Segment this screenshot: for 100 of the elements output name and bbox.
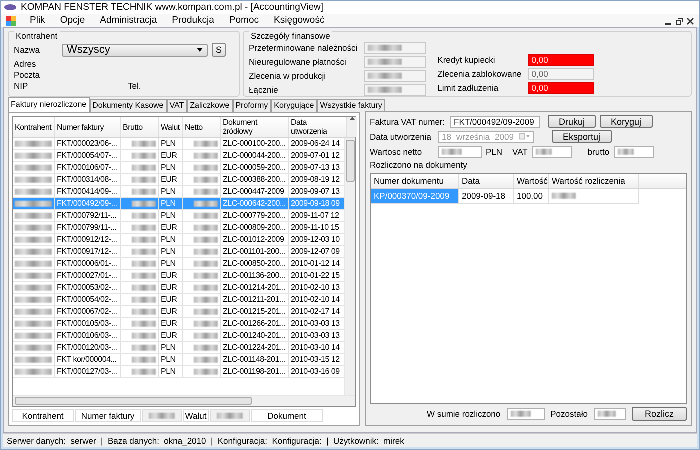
- horizontal-scrollbar[interactable]: [13, 395, 355, 406]
- column-header[interactable]: Numer dokumentu: [371, 174, 459, 188]
- blurred-value: [194, 272, 218, 278]
- tab[interactable]: VAT: [166, 99, 188, 112]
- export-button[interactable]: Eksportuj: [552, 130, 612, 143]
- table-row[interactable]: FKT/000105/03-... EUR ZLC-001266-201... 2010-03-03 13: [13, 318, 344, 330]
- blurred-value: [194, 164, 218, 170]
- invoice-number-field[interactable]: FKT/000492/09-2009: [450, 116, 540, 128]
- filter-field[interactable]: [142, 409, 182, 422]
- scroll-up-icon[interactable]: [350, 117, 354, 120]
- blurred-value: [194, 260, 218, 266]
- column-header[interactable]: Walut: [159, 117, 183, 137]
- table-row[interactable]: FKT/000006/01-... PLN ZLC-000850-200... 2010-01-12 14: [13, 258, 344, 270]
- filter-field[interactable]: [210, 409, 250, 422]
- table-cell: PLN: [159, 342, 183, 353]
- blurred-value: [194, 176, 218, 182]
- table-cell: PLN: [159, 366, 183, 377]
- table-row[interactable]: FKT/000027/01-... EUR ZLC-001136-200... 2010-01-22 15: [13, 270, 344, 282]
- field-label: Tel.: [128, 80, 142, 90]
- blurred-value: [15, 308, 52, 314]
- vertical-scrollbar[interactable]: [344, 138, 355, 395]
- table-row[interactable]: FKT/000053/02-... EUR ZLC-001214-201... 2010-02-10 13: [13, 282, 344, 294]
- blurred-value: [15, 284, 52, 290]
- table-cell: ZLC-001215-201...: [221, 306, 289, 317]
- filter-field[interactable]: Dokument: [251, 409, 323, 422]
- blurred-value: [15, 140, 52, 146]
- table-row[interactable]: FKT/000067/02-... EUR ZLC-001215-201... 2010-02-17 14: [13, 306, 344, 318]
- table-cell: FKT/000492/09-...: [55, 198, 121, 209]
- blurred-value: [132, 188, 156, 194]
- blurred-value: [368, 59, 402, 65]
- blurred-value: [15, 356, 52, 362]
- group-title: Szczegóły finansowe: [249, 31, 332, 41]
- menu-item[interactable]: Produkcja: [171, 15, 216, 26]
- tab[interactable]: Korygujące: [271, 99, 318, 112]
- tab[interactable]: Zaliczkowe: [187, 99, 233, 112]
- menu-item[interactable]: Plik: [29, 15, 46, 26]
- table-row[interactable]: FKT/000106/07-... PLN ZLC-000059-200... 2009-07-13 13: [13, 162, 344, 174]
- menu-item[interactable]: Księgowość: [273, 15, 326, 26]
- search-button[interactable]: S: [212, 43, 226, 57]
- tab[interactable]: Wszystkie faktury: [317, 99, 386, 112]
- blurred-value: [194, 152, 218, 158]
- blurred-value: [15, 212, 52, 218]
- field-label: Adres: [14, 58, 36, 68]
- column-header[interactable]: Dokument źródłowy: [221, 117, 289, 137]
- blurred-value: [194, 320, 218, 326]
- table-cell: EUR: [159, 294, 183, 305]
- column-header[interactable]: Brutto: [121, 117, 159, 137]
- filter-field[interactable]: Kontrahent: [12, 409, 74, 422]
- table-cell: FKT/000917/12-...: [55, 246, 121, 257]
- blurred-value: [15, 332, 52, 338]
- window-title: KOMPAN FENSTER TECHNIK www.kompan.com.pl - [AccountingView]: [21, 2, 324, 13]
- column-header[interactable]: Wartość: [514, 174, 549, 188]
- blurred-value: [132, 368, 156, 374]
- tab[interactable]: Dokumenty Kasowe: [90, 99, 167, 112]
- table-row[interactable]: FKT/000799/11-... EUR ZLC-000809-200... 2009-11-10 15: [13, 222, 344, 234]
- blurred-value: [132, 140, 156, 146]
- column-header[interactable]: Netto: [183, 117, 221, 137]
- table-row[interactable]: FKT/000127/03-... PLN ZLC-001198-201... 2010-03-16 09: [13, 366, 344, 378]
- table-row[interactable]: FKT kor/000004... PLN ZLC-001148-201... 2010-03-15 12: [13, 354, 344, 366]
- table-cell: FKT/000314/08-...: [55, 174, 121, 185]
- print-button[interactable]: Drukuj: [548, 115, 596, 128]
- table-row[interactable]: FKT/000917/12-... PLN ZLC-001101-200... 2009-12-07 09: [13, 246, 344, 258]
- table-row[interactable]: FKT/000023/06-... PLN ZLC-000100-200... 2009-06-24 14: [13, 138, 344, 150]
- table-row[interactable]: FKT/000912/12-... PLN ZLC-001012-2009 2009-12-03 10: [13, 234, 344, 246]
- table-cell: PLN: [159, 234, 183, 245]
- menu-item[interactable]: Pomoc: [228, 15, 260, 26]
- column-header[interactable]: Wartość rozliczenia: [549, 174, 639, 188]
- restore-icon[interactable]: [676, 18, 683, 24]
- blurred-value: [132, 332, 156, 338]
- app-menu-icon[interactable]: [6, 16, 16, 26]
- column-header[interactable]: Numer faktury: [55, 117, 121, 137]
- group-title: Kontrahent: [14, 31, 60, 41]
- table-row[interactable]: FKT/000054/07-... EUR ZLC-000044-200... 2009-07-01 12: [13, 150, 344, 162]
- menu-item[interactable]: Opcje: [59, 15, 86, 26]
- filter-field[interactable]: Walut: [183, 409, 209, 422]
- blurred-value: [15, 272, 52, 278]
- table-cell: PLN: [159, 186, 183, 197]
- blurred-value: [194, 368, 218, 374]
- contractor-dropdown[interactable]: Wszyscy: [62, 44, 208, 56]
- table-cell: ZLC-001224-201...: [221, 342, 289, 353]
- menu-item[interactable]: Administracja: [99, 15, 158, 26]
- blurred-value: [536, 148, 552, 154]
- settle-button[interactable]: Rozlicz: [632, 407, 687, 421]
- table-cell: EUR: [159, 222, 183, 233]
- tab[interactable]: Faktury nierozliczone: [8, 97, 90, 112]
- column-header[interactable]: Data: [459, 174, 514, 188]
- table-cell: 2009-09-18: [459, 189, 514, 204]
- column-header[interactable]: Kontrahent: [13, 117, 55, 137]
- tab[interactable]: Proformy: [232, 99, 272, 112]
- table-row[interactable]: FKT/000054/02-... EUR ZLC-001211-201... 2010-02-10 14: [13, 294, 344, 306]
- filter-field[interactable]: Numer faktury: [75, 409, 141, 422]
- close-icon[interactable]: [687, 18, 694, 24]
- table-row[interactable]: FKT/000106/03-... EUR ZLC-001240-201... 2010-03-03 13: [13, 330, 344, 342]
- table-cell: FKT/000414/09-...: [55, 186, 121, 197]
- blurred-value: [15, 152, 52, 158]
- table-row[interactable]: FKT/000120/03-... PLN ZLC-001224-201... 2010-03-10 14: [13, 342, 344, 354]
- table-row[interactable]: FKT/000314/08-... EUR ZLC-000388-200... 2009-08-19 12: [13, 174, 344, 186]
- table-row[interactable]: FKT/000792/11-... PLN ZLC-000779-200... 2009-11-07 12: [13, 210, 344, 222]
- correct-button[interactable]: Koryguj: [600, 115, 653, 128]
- blurred-value: [194, 236, 218, 242]
